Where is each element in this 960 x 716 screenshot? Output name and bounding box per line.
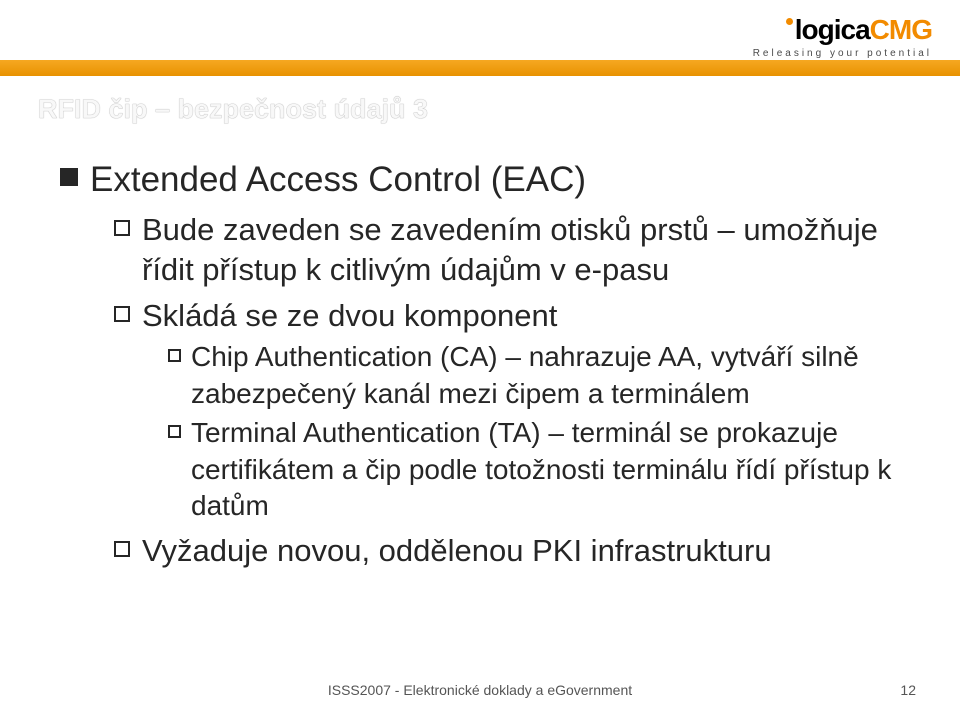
bullet-text: Skládá se ze dvou komponent	[142, 296, 557, 336]
bullet-level3: Terminal Authentication (TA) – terminál …	[168, 415, 910, 526]
bullet-level3: Chip Authentication (CA) – nahrazuje AA,…	[168, 339, 910, 413]
open-square-bullet-icon	[114, 541, 130, 557]
open-square-bullet-icon	[168, 349, 181, 362]
bullet-level2: Bude zaveden se zavedením otisků prstů –…	[114, 210, 910, 291]
bullet-text: Extended Access Control (EAC)	[90, 158, 586, 202]
bullet-text: Bude zaveden se zavedením otisků prstů –…	[142, 210, 910, 291]
logo-text-primary: logica	[795, 14, 870, 46]
slide: { "brand": { "logo_black": "logica", "lo…	[0, 0, 960, 716]
square-bullet-icon	[60, 168, 78, 186]
slide-body: Extended Access Control (EAC) Bude zaved…	[60, 158, 910, 574]
logo-text-secondary: CMG	[870, 14, 932, 46]
bullet-level1: Extended Access Control (EAC)	[60, 158, 910, 202]
open-square-bullet-icon	[168, 425, 181, 438]
bullet-text: Chip Authentication (CA) – nahrazuje AA,…	[191, 339, 910, 413]
open-square-bullet-icon	[114, 306, 130, 322]
logo-dot-icon	[786, 18, 793, 25]
footer-text: ISSS2007 - Elektronické doklady a eGover…	[328, 682, 632, 698]
bullet-level2: Vyžaduje novou, oddělenou PKI infrastruk…	[114, 531, 910, 571]
header-divider-bar	[0, 60, 960, 76]
open-square-bullet-icon	[114, 220, 130, 236]
bullet-level2: Skládá se ze dvou komponent	[114, 296, 910, 336]
bullet-text: Terminal Authentication (TA) – terminál …	[191, 415, 910, 526]
page-number: 12	[900, 682, 916, 698]
slide-title: RFID čip – bezpečnost údajů 3	[38, 94, 428, 125]
slide-footer: ISSS2007 - Elektronické doklady a eGover…	[0, 682, 960, 698]
brand-logo: logica CMG Releasing your potential	[753, 14, 932, 59]
bullet-text: Vyžaduje novou, oddělenou PKI infrastruk…	[142, 531, 772, 571]
brand-tagline: Releasing your potential	[753, 48, 932, 59]
